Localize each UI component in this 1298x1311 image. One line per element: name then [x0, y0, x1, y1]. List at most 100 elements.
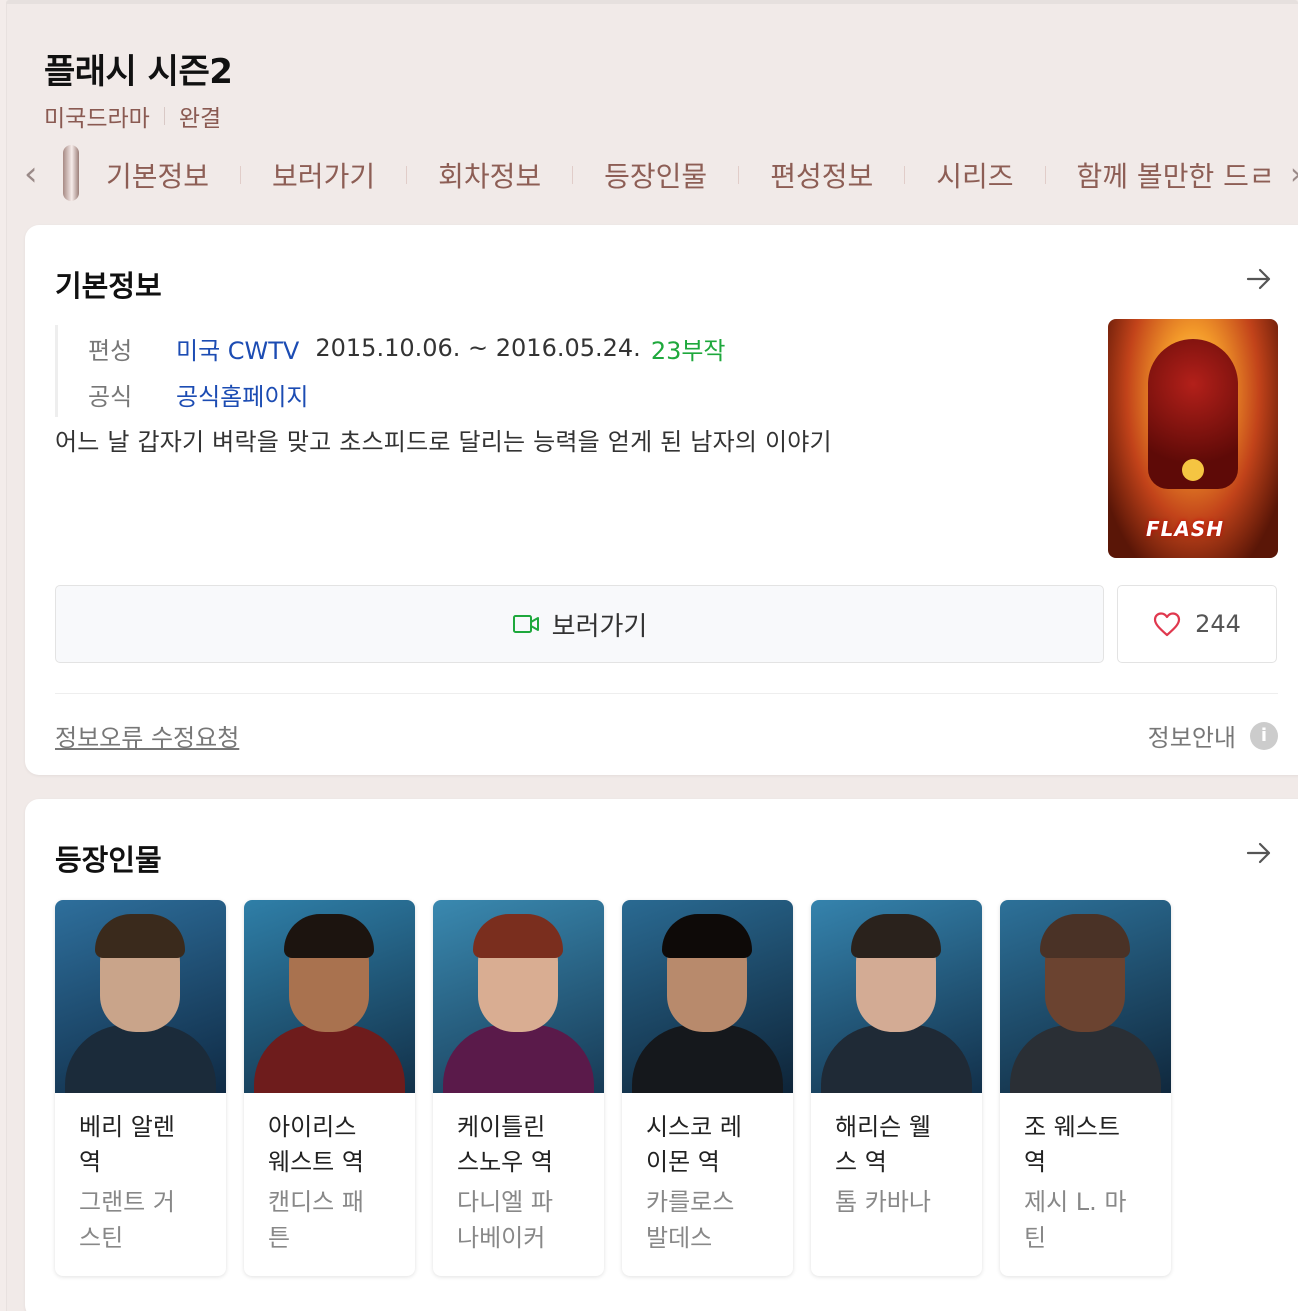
arrow-right-icon[interactable] [1245, 265, 1273, 293]
poster-image[interactable]: FLASH [1108, 319, 1278, 558]
video-icon [512, 615, 539, 633]
tab-divider [406, 166, 408, 184]
cast-photo-hair [662, 914, 752, 958]
official-row: 공식 공식홈페이지 [88, 371, 726, 417]
cast-photo [1000, 900, 1171, 1093]
cast-role: 시스코 레 이몬 역 [646, 1110, 771, 1180]
cast-role-line: 시스코 레 [646, 1113, 742, 1141]
cast-role: 베리 알렌 역 [79, 1110, 204, 1180]
tab-divider [572, 166, 574, 184]
info-guide-label: 정보안내 [1147, 724, 1236, 752]
tab-divider [1044, 166, 1046, 184]
tab-recommended[interactable]: 함께 볼만한 드ㄹ [1077, 155, 1275, 195]
cast-photo-hair [284, 914, 374, 958]
tab-scroll-indicator [63, 145, 79, 201]
tab-watch[interactable]: 보러가기 [272, 155, 375, 195]
episode-count[interactable]: 23부작 [651, 331, 726, 366]
cast-photo-body [821, 1025, 972, 1093]
cast-role-line: 베리 알렌 [79, 1113, 175, 1141]
cast-actor-line: 튼 [268, 1224, 291, 1252]
cast-actor: 그랜트 거 스틴 [79, 1184, 204, 1256]
arrow-right-icon[interactable] [1245, 839, 1273, 867]
cast-member-card[interactable]: 해리슨 웰 스 역 톰 카바나 [811, 900, 982, 1276]
cast-role-line: 조 웨스트 [1024, 1113, 1120, 1141]
official-label: 공식 [88, 382, 133, 411]
cast-role-line: 아이리스 [268, 1113, 357, 1141]
cast-member-card[interactable]: 아이리스 웨스트 역 캔디스 패 튼 [244, 900, 415, 1276]
basic-info-card: 기본정보 편성 미국 CWTV 2015.10.06. ~ 2016.05.24… [25, 225, 1298, 775]
cast-role: 케이틀린 스노우 역 [457, 1110, 582, 1180]
tab-cast[interactable]: 등장인물 [604, 155, 707, 195]
cast-role: 아이리스 웨스트 역 [268, 1110, 393, 1180]
page-title: 플래시 시즌2 [44, 52, 233, 92]
tab-divider [904, 166, 906, 184]
cast-actor-line: 그랜트 거 [79, 1188, 175, 1216]
cast-title: 등장인물 [55, 843, 162, 877]
cast-role-line: 역 [1024, 1148, 1047, 1176]
cast-photo-body [254, 1025, 405, 1093]
basic-info-title: 기본정보 [55, 269, 162, 303]
cast-actor-line: 카를로스 [646, 1188, 735, 1216]
synopsis: 어느 날 갑자기 벼락을 맞고 초스피드로 달리는 능력을 얻게 된 남자의 이… [55, 428, 832, 456]
broadcast-period: 2015.10.06. ~ 2016.05.24. [315, 334, 641, 362]
cast-member-card[interactable]: 조 웨스트 역 제시 L. 마 틴 [1000, 900, 1171, 1276]
tab-list: 기본정보 보러가기 회차정보 등장인물 편성정보 시리즈 함께 볼만한 드ㄹ [106, 155, 1275, 195]
cast-actor: 다니엘 파 나베이커 [457, 1184, 582, 1256]
tab-series[interactable]: 시리즈 [936, 155, 1013, 195]
cast-photo-hair [95, 914, 185, 958]
cast-photo [55, 900, 226, 1093]
broadcast-channel-link[interactable]: 미국 CWTV [176, 331, 299, 366]
report-error-link[interactable]: 정보오류 수정요청 [55, 718, 239, 753]
cast-role-line: 스 역 [835, 1148, 887, 1176]
tab-schedule[interactable]: 편성정보 [770, 155, 873, 195]
cast-member-card[interactable]: 시스코 레 이몬 역 카를로스 발데스 [622, 900, 793, 1276]
cast-photo-hair [1040, 914, 1130, 958]
tab-episodes[interactable]: 회차정보 [438, 155, 541, 195]
cast-photo [622, 900, 793, 1093]
cast-actor-line: 톰 카바나 [835, 1188, 931, 1216]
cast-photo-hair [473, 914, 563, 958]
cast-photo-body [65, 1025, 216, 1093]
broadcast-row: 편성 미국 CWTV 2015.10.06. ~ 2016.05.24. 23부… [88, 325, 726, 371]
official-homepage-link[interactable]: 공식홈페이지 [176, 377, 308, 412]
cast-photo [811, 900, 982, 1093]
cast-photo [244, 900, 415, 1093]
cast-actor-line: 발데스 [646, 1224, 713, 1252]
info-list: 편성 미국 CWTV 2015.10.06. ~ 2016.05.24. 23부… [55, 325, 726, 417]
cast-actor-line: 스틴 [79, 1224, 124, 1252]
broadcast-label: 편성 [88, 336, 133, 365]
cast-actor: 제시 L. 마 틴 [1024, 1184, 1149, 1256]
lightning-emblem-icon [1182, 459, 1204, 481]
info-guide[interactable]: 정보안내 i [1148, 718, 1278, 753]
info-icon: i [1250, 721, 1278, 750]
tab-bar: ‹ 기본정보 보러가기 회차정보 등장인물 편성정보 시리즈 함께 볼만한 드ㄹ… [6, 145, 1298, 205]
subtitle-divider [163, 107, 165, 125]
cast-photo-hair [851, 914, 941, 958]
poster-title: FLASH [1146, 517, 1225, 541]
cast-actor-line: 제시 L. 마 [1024, 1188, 1127, 1216]
heart-icon [1153, 612, 1181, 637]
cast-photo-body [1010, 1025, 1161, 1093]
tab-divider [738, 166, 740, 184]
cast-role-line: 이몬 역 [646, 1148, 720, 1176]
watch-button[interactable]: 보러가기 [55, 585, 1104, 663]
cast-role-line: 웨스트 역 [268, 1148, 364, 1176]
cast-photo [433, 900, 604, 1093]
cast-member-card[interactable]: 케이틀린 스노우 역 다니엘 파 나베이커 [433, 900, 604, 1276]
cast-role-line: 해리슨 웰 [835, 1113, 931, 1141]
cast-actor-line: 나베이커 [457, 1224, 546, 1252]
like-count: 244 [1195, 610, 1241, 638]
chevron-left-icon[interactable]: ‹ [24, 157, 48, 195]
card-divider [55, 693, 1278, 694]
like-button[interactable]: 244 [1117, 585, 1277, 663]
genre-label[interactable]: 미국드라마 [44, 99, 150, 133]
chevron-right-icon[interactable]: › [1290, 157, 1298, 192]
subtitle: 미국드라마 완결 [44, 99, 221, 133]
tab-basic-info[interactable]: 기본정보 [106, 155, 209, 195]
cast-actor: 카를로스 발데스 [646, 1184, 771, 1256]
cast-member-card[interactable]: 베리 알렌 역 그랜트 거 스틴 [55, 900, 226, 1276]
tab-divider [240, 166, 242, 184]
cast-actor-line: 캔디스 패 [268, 1188, 364, 1216]
cast-actor: 톰 카바나 [835, 1184, 960, 1220]
cast-list: 베리 알렌 역 그랜트 거 스틴 아이리스 웨스트 역 캔디스 패 튼 케이틀린… [55, 900, 1171, 1276]
